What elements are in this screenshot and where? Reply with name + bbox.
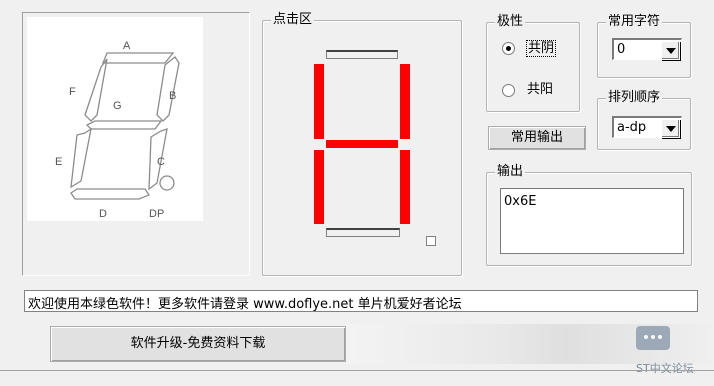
common-char-select[interactable]: 0 — [612, 38, 682, 60]
chevron-down-icon[interactable] — [661, 41, 680, 60]
segment-d[interactable] — [326, 228, 400, 237]
radio-common-anode[interactable] — [502, 84, 515, 97]
output-field[interactable]: 0x6E — [500, 188, 684, 254]
diagram-seg-dp — [159, 175, 175, 191]
bottom-divider — [0, 370, 714, 371]
click-area-title: 点击区 — [271, 12, 315, 28]
polarity-title: 极性 — [495, 14, 526, 30]
radio-common-cathode[interactable] — [502, 42, 515, 55]
diagram-seg-d — [70, 188, 150, 200]
diagram-seg-a — [102, 52, 175, 64]
segment-g[interactable] — [326, 140, 398, 148]
common-char-title: 常用字符 — [606, 14, 663, 30]
segment-e[interactable] — [314, 150, 324, 224]
diagram-label-c: C — [157, 156, 165, 168]
segment-f[interactable] — [314, 64, 324, 139]
forum-logo-icon — [636, 326, 670, 350]
output-value: 0x6E — [504, 194, 537, 209]
order-select[interactable]: a-dp — [612, 116, 682, 138]
output-title: 输出 — [495, 164, 526, 180]
diagram-seg-g — [85, 120, 163, 130]
segment-a[interactable] — [326, 50, 398, 59]
common-output-button[interactable]: 常用输出 — [488, 126, 586, 150]
radio-common-cathode-label[interactable]: 共阴 — [526, 40, 557, 57]
segment-c[interactable] — [400, 150, 410, 224]
diagram-seg-b — [156, 56, 180, 122]
diagram-seg-f — [84, 58, 108, 122]
diagram-label-d: D — [99, 208, 107, 220]
watermark-text: ST中文论坛 — [636, 362, 694, 375]
chevron-down-icon[interactable] — [661, 119, 680, 138]
diagram-seg-e — [70, 127, 92, 189]
order-title: 排列顺序 — [606, 90, 663, 106]
order-value: a-dp — [617, 120, 647, 135]
common-char-value: 0 — [617, 42, 626, 57]
diagram-label-g: G — [113, 100, 122, 112]
segment-diagram-image: A F G B E C D DP — [27, 17, 203, 221]
status-text: 欢迎使用本绿色软件！更多软件请登录 www.doflye.net 单片机爱好者论… — [28, 297, 462, 312]
diagram-label-f: F — [69, 86, 76, 98]
segment-b[interactable] — [400, 64, 410, 139]
radio-common-anode-label[interactable]: 共阳 — [527, 82, 553, 97]
status-bar: 欢迎使用本绿色软件！更多软件请登录 www.doflye.net 单片机爱好者论… — [24, 290, 698, 312]
polarity-group: 极性 — [486, 14, 580, 112]
diagram-label-a: A — [123, 40, 131, 52]
segment-diagram-panel: A F G B E C D DP — [22, 12, 250, 276]
segment-dp[interactable] — [426, 236, 436, 246]
diagram-label-b: B — [169, 90, 176, 102]
diagram-label-e: E — [55, 156, 62, 168]
upgrade-button[interactable]: 软件升级-免费资料下载 — [50, 326, 346, 362]
seven-segment-diagram: A F G B E C D DP — [55, 40, 180, 220]
diagram-label-dp: DP — [149, 208, 164, 220]
